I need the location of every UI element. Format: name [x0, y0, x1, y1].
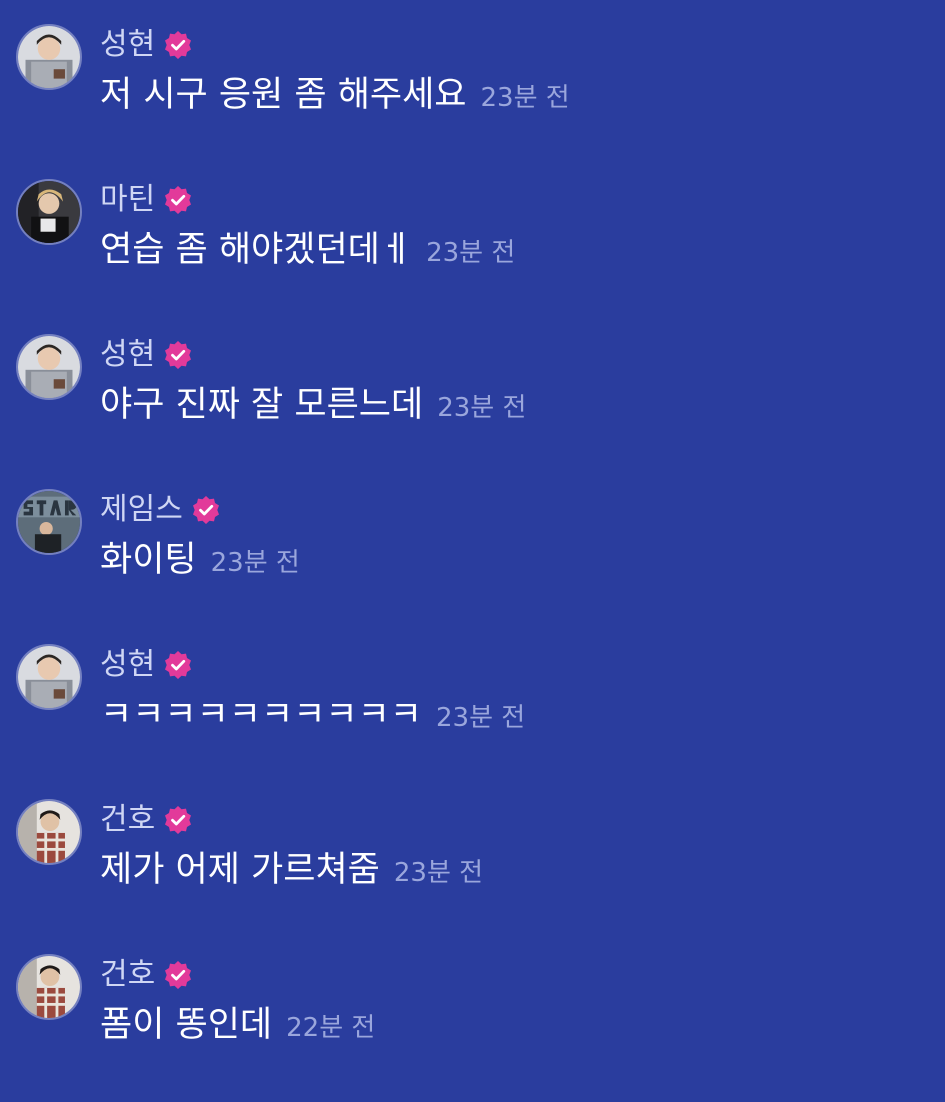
- message-text: 연습 좀 해야겠던데ㅔ: [100, 230, 413, 270]
- avatar-seonghyeon-image: [18, 26, 80, 88]
- avatar-james-image: [18, 491, 80, 553]
- message-timestamp: 23분 전: [480, 83, 570, 113]
- avatar[interactable]: [16, 489, 82, 555]
- author-name[interactable]: 마틴: [100, 185, 155, 215]
- message-text: 제가 어제 가르쳐줌: [100, 850, 380, 890]
- chat-message: 성현 야구 진짜 잘 모른느데 23분 전: [0, 334, 945, 464]
- message-text: ㅋㅋㅋㅋㅋㅋㅋㅋㅋㅋ: [100, 695, 423, 735]
- avatar[interactable]: [16, 179, 82, 245]
- message-timestamp: 23분 전: [426, 238, 516, 268]
- message-timestamp: 22분 전: [286, 1013, 376, 1043]
- verified-badge-icon: [163, 805, 193, 835]
- avatar-geonho-image: [18, 956, 80, 1018]
- verified-badge-icon: [163, 185, 193, 215]
- avatar[interactable]: [16, 799, 82, 865]
- avatar[interactable]: [16, 334, 82, 400]
- verified-badge-icon: [191, 495, 221, 525]
- avatar[interactable]: [16, 954, 82, 1020]
- verified-badge-icon: [163, 340, 193, 370]
- author-name[interactable]: 건호: [100, 960, 155, 990]
- author-name[interactable]: 성현: [100, 30, 155, 60]
- chat-feed: 성현 저 시구 응원 좀 해주세요 23분 전 마틴 연습 좀 해야겠던데ㅔ 2…: [0, 0, 945, 1102]
- chat-message: 성현 ㅋㅋㅋㅋㅋㅋㅋㅋㅋㅋ 23분 전: [0, 644, 945, 774]
- chat-message: 건호 폼이 똥인데 22분 전: [0, 954, 945, 1084]
- message-text: 저 시구 응원 좀 해주세요: [100, 75, 467, 115]
- message-text: 폼이 똥인데: [100, 1005, 273, 1045]
- message-timestamp: 23분 전: [210, 548, 300, 578]
- verified-badge-icon: [163, 650, 193, 680]
- author-name[interactable]: 건호: [100, 805, 155, 835]
- message-text: 야구 진짜 잘 모른느데: [100, 385, 424, 425]
- message-text: 화이팅: [100, 540, 197, 580]
- avatar[interactable]: [16, 24, 82, 90]
- author-name[interactable]: 성현: [100, 340, 155, 370]
- message-timestamp: 23분 전: [437, 393, 527, 423]
- author-name[interactable]: 제임스: [100, 495, 183, 525]
- chat-message: 제임스 화이팅 23분 전: [0, 489, 945, 619]
- chat-message: 마틴 연습 좀 해야겠던데ㅔ 23분 전: [0, 179, 945, 309]
- avatar[interactable]: [16, 644, 82, 710]
- message-timestamp: 23분 전: [393, 858, 484, 888]
- avatar-seonghyeon-image: [18, 336, 80, 398]
- chat-message: 건호 제가 어제 가르쳐줌 23분 전: [0, 799, 945, 929]
- chat-message: 성현 저 시구 응원 좀 해주세요 23분 전: [0, 24, 945, 154]
- author-name[interactable]: 성현: [100, 650, 155, 680]
- avatar-martin-image: [18, 181, 80, 243]
- message-timestamp: 23분 전: [436, 703, 526, 733]
- verified-badge-icon: [163, 30, 193, 60]
- avatar-seonghyeon-image: [18, 646, 80, 708]
- verified-badge-icon: [163, 960, 193, 990]
- avatar-geonho-image: [18, 801, 80, 863]
